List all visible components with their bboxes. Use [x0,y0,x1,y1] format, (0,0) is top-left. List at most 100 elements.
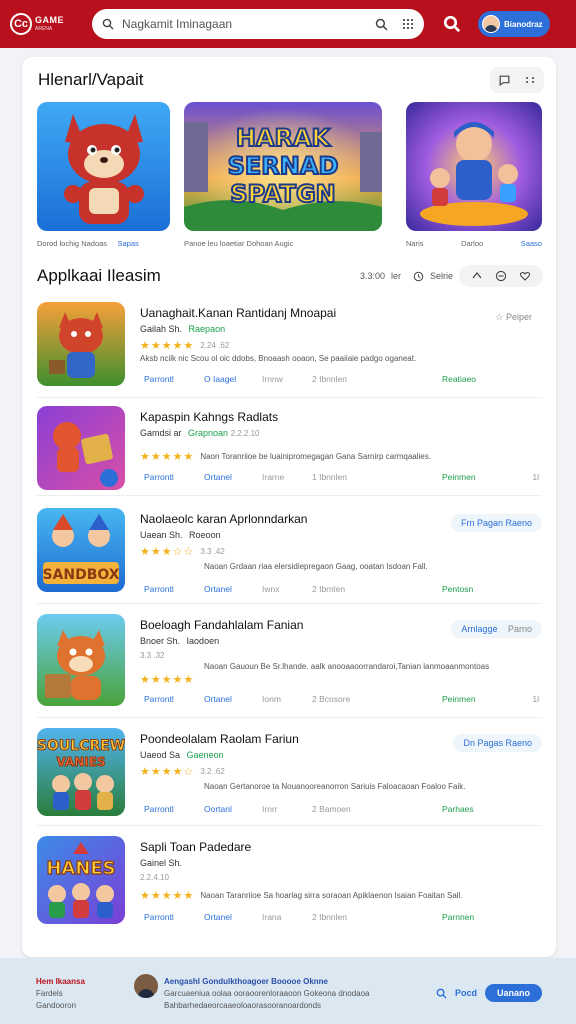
app-icon[interactable] [37,406,125,490]
app-developer: Uaeod Sa Gaeneon [140,750,224,760]
app-title[interactable]: Naolaeolc karan Aprlonndarkan [140,512,307,526]
search-bar[interactable]: Nagkamit Iminagaan [92,9,424,39]
app-icon[interactable]: SOULCREW VANIES [37,728,125,816]
list-title: Applkaai Ileasim [37,266,161,285]
app-developer: Bnoer Sh. Iaodoen [140,636,219,646]
list-item[interactable]: Boeloagh Fandahlalam Fanian Bnoer Sh. Ia… [37,614,542,714]
app-description: Naon Toranriioe be luainipromegagan Gana… [200,452,431,461]
app-meta: Parrontl O Iaagel Irnnw 2 Ibnnlen Reatia… [144,374,539,384]
hero-characters-art [406,102,542,231]
meta-parental[interactable]: Parrontl [144,472,204,482]
footer-left-line2[interactable]: Fardels [36,988,85,1000]
meta-status: Reatiaeo [442,374,477,384]
share-icon[interactable] [471,270,483,282]
app-description: Naoan Gertanoroe ta Nouanooreanorron Sar… [204,782,466,791]
app-logo[interactable]: Cc GAME ARENA [10,9,80,39]
meta-type: Iwnx [262,584,280,594]
logo-title: GAME [35,15,64,25]
minus-circle-icon[interactable] [495,270,507,282]
featured-tile-2[interactable]: HARAK SERNAD SPATGN [184,102,382,231]
meta-install[interactable]: Ortanel [204,694,262,704]
logo-subtitle: ARENA [35,26,53,32]
meta-parental[interactable]: Parrontl [144,912,204,922]
list-item[interactable]: Uanaghait.Kanan Rantidanj Mnoapai Gailah… [37,302,542,402]
app-title[interactable]: Poondeolalam Raolam Fariun [140,732,299,746]
row-action-sublabel: Parno [507,624,532,634]
more-icon[interactable] [522,72,538,88]
app-developer: Gamdsi ar Grapnoan 2.2.2.10 [140,428,260,438]
meta-parental[interactable]: Parrontl [144,804,204,814]
divider [37,397,542,398]
list-item[interactable]: SANDBOX Naolaeolc karan Aprlonndarkan Ua… [37,508,542,608]
logo-text: GAME ARENA [35,16,64,32]
meta-parental[interactable]: Parrontl [144,374,204,384]
row-action-button[interactable]: Frn Pagan Raeno [450,514,542,532]
row-action-button[interactable]: Arnlagge Parno [451,620,542,638]
app-meta: Parrontl Ortanel Irarne 1 Ibnnlen Peinme… [144,472,539,482]
grid-icon[interactable] [402,18,414,30]
footer-mid-title[interactable]: Aengashl Gondulkthoagoer Booooe Oknne [164,976,370,988]
meta-status: Pentosn [442,584,474,594]
search-submit-icon[interactable] [375,18,388,31]
meta-install[interactable]: Ortanel [204,584,262,594]
divider [37,495,542,496]
app-title[interactable]: Sapli Toan Padedare [140,840,251,854]
clock-icon[interactable] [413,271,424,282]
app-icon[interactable]: HANES [37,836,125,924]
list-item[interactable]: Kapaspin Kahngs Radlats Gamdsi ar Grapno… [37,406,542,506]
featured-tile-1[interactable] [37,102,170,231]
featured-caption-1-tag[interactable]: Sapas [117,239,138,248]
meta-type: Irarne [262,472,285,482]
app-rating: 2.2.4.10 [140,873,169,882]
app-icon[interactable]: SANDBOX [37,508,125,592]
list-item[interactable]: HANES Sapli Toan Padedare Gainel Sh. 2.2… [37,836,542,936]
meta-count: 1l [532,694,539,704]
footer-button[interactable]: Uanano [484,984,542,1002]
search-icon [102,18,114,30]
featured-caption-3-link[interactable]: Saaso [521,239,542,248]
app-developer: Gainel Sh. [140,858,182,868]
divider [37,717,542,718]
logo-mark: Cc [10,13,32,35]
heart-icon[interactable] [519,270,531,282]
sort-time: 3.3:00 [360,271,386,281]
footer-link[interactable]: Pocd [455,988,477,998]
app-icon[interactable] [37,614,125,706]
soulcrew-icon: SOULCREW VANIES [37,728,125,816]
developer-tag: Raepaon [188,324,226,334]
featured-caption-1-text: Dorod lochig Nadoas [37,239,108,248]
meta-reviews: 2 Bcosore [312,694,351,704]
footer-left-line3[interactable]: Gandooron [36,1000,85,1012]
footer-mid-line3: Bahbarhedaeorcaaeoloaorasooranoardonds [164,1001,322,1010]
developer-tag: Grapnoan [188,428,229,438]
app-description: Aksb ncilk nic Scou ol oic ddobs, Bnoaas… [140,354,417,363]
list-item[interactable]: SOULCREW VANIES Poondeolalam Raolam Fari… [37,728,542,828]
meta-install[interactable]: Oortanl [204,804,262,814]
row-action-label: Arnlagge [461,624,498,634]
search-input[interactable]: Nagkamit Iminagaan [122,17,367,31]
footer-mid-line2: Garcuaeniua oolaa ooraoorenloraaoon Goke… [164,989,370,998]
row-action-button[interactable]: Dn Pagas Raeno [453,734,542,752]
meta-install[interactable]: Ortanel [204,912,262,922]
app-title[interactable]: Boeloagh Fandahlalam Fanian [140,618,303,632]
app-title[interactable]: Kapaspin Kahngs Radlats [140,410,278,424]
developer-name: Gailah Sh. [140,324,183,334]
featured-tile-3[interactable] [406,102,542,231]
sort-filter[interactable]: Selrie [430,271,453,281]
meta-install[interactable]: Ortanel [204,472,262,482]
header-search-icon[interactable] [440,12,464,36]
user-account-button[interactable]: Bianodraz [478,11,550,37]
meta-reviews: 2 Bamoen [312,804,351,814]
app-title[interactable]: Uanaghait.Kanan Rantidanj Mnoapai [140,306,336,320]
app-icon[interactable] [37,302,125,386]
meta-parental[interactable]: Parrontl [144,694,204,704]
banner-line-3: SPATGN [230,180,336,208]
chat-icon[interactable] [496,72,512,88]
meta-install[interactable]: O Iaagel [204,374,262,384]
rating-stars: ★★★★★ [140,890,195,902]
footer-left-title[interactable]: Hem Ikaansa [36,976,85,988]
list-actions [459,265,544,287]
meta-type: Irana [262,912,282,922]
meta-parental[interactable]: Parrontl [144,584,204,594]
row-action-button[interactable]: ☆ Peiper [485,308,542,327]
